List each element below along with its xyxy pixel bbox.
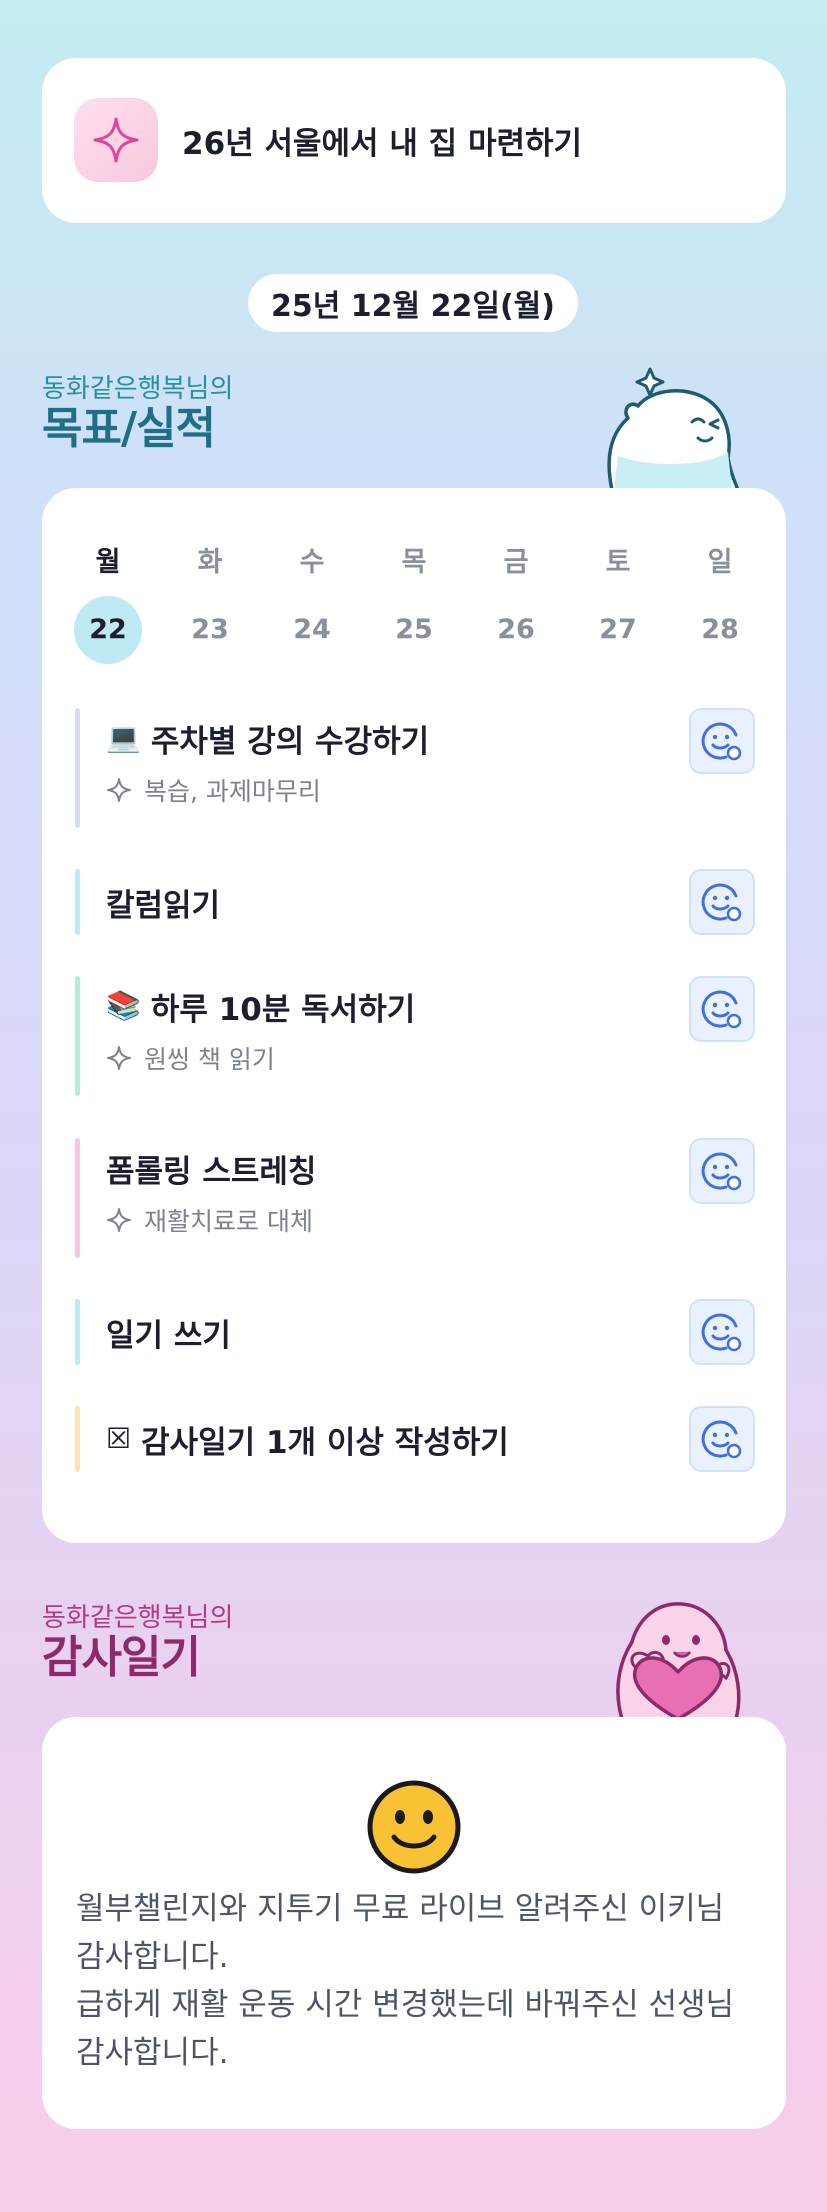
task-subtitle: 재활치료로 대체	[144, 1207, 313, 1236]
task-color-bar	[75, 1138, 80, 1258]
sparkle-outline-icon	[107, 1046, 131, 1070]
task-color-bar	[75, 1406, 80, 1472]
books-icon: 📚	[106, 989, 141, 1022]
task-title: 일기 쓰기	[106, 1317, 231, 1354]
current-date: 25년 12월 22일(월)	[248, 274, 578, 332]
task-item[interactable]: 💻 주차별 강의 수강하기 복습, 과제마무리	[75, 708, 755, 828]
task-check-button[interactable]	[689, 976, 755, 1042]
task-item[interactable]: ☒ 감사일기 1개 이상 작성하기	[75, 1406, 755, 1472]
weekday-wed: 수	[299, 547, 325, 578]
task-title: 폼롤링 스트레칭	[106, 1153, 317, 1190]
task-check-button[interactable]	[689, 708, 755, 774]
thanks-line: 급하게 재활 운동 시간 변경했는데 바꿔주신 선생님 감사합니다.	[76, 1987, 735, 2071]
weekday-mon: 월	[95, 547, 121, 578]
ballot-box-icon: ☒	[106, 1422, 132, 1455]
smile-add-icon	[701, 722, 742, 761]
task-subtitle-row: 원씽 책 읽기	[106, 1040, 275, 1076]
task-check-button[interactable]	[689, 869, 755, 935]
task-subtitle-row: 재활치료로 대체	[106, 1202, 313, 1238]
task-title-row: 칼럼읽기	[106, 872, 220, 932]
task-check-button[interactable]	[689, 1138, 755, 1204]
task-item[interactable]: 일기 쓰기	[75, 1299, 755, 1365]
task-color-bar	[75, 708, 80, 828]
weekday-fri: 금	[503, 547, 529, 578]
goal-title: 26년 서울에서 내 집 마련하기	[182, 126, 583, 162]
smile-add-icon	[701, 883, 742, 922]
weekday-sat: 토	[605, 547, 631, 578]
smile-add-icon	[701, 1313, 742, 1352]
smile-add-icon	[701, 1420, 742, 1459]
weekday-tue: 화	[197, 547, 223, 578]
task-item[interactable]: 폼롤링 스트레칭 재활치료로 대체	[75, 1138, 755, 1258]
task-title-row: 📚 하루 10분 독서하기	[106, 976, 415, 1036]
goals-section-subtitle: 동화같은행복님의	[42, 374, 234, 404]
thanks-section-header: 동화같은행복님의 감사일기	[42, 1603, 233, 1683]
date-27[interactable]: 27	[584, 596, 652, 664]
date-23[interactable]: 23	[176, 596, 244, 664]
task-subtitle: 복습, 과제마무리	[144, 777, 321, 806]
date-22[interactable]: 22	[74, 596, 142, 664]
task-color-bar	[75, 976, 80, 1096]
smiley-icon	[367, 1780, 461, 1874]
sparkle-outline-icon	[107, 778, 131, 802]
task-subtitle-row: 복습, 과제마무리	[106, 772, 321, 808]
task-title-row: 💻 주차별 강의 수강하기	[106, 708, 429, 768]
date-28[interactable]: 28	[686, 596, 754, 664]
task-title: 감사일기 1개 이상 작성하기	[141, 1424, 509, 1461]
thanks-entry-text: 월부챌린지와 지투기 무료 라이브 알려주신 이키님 감사합니다. 급하게 재활…	[76, 1885, 756, 2077]
date-24[interactable]: 24	[278, 596, 346, 664]
thanks-line: 월부챌린지와 지투기 무료 라이브 알려주신 이키님 감사합니다.	[76, 1891, 725, 1975]
task-check-button[interactable]	[689, 1299, 755, 1365]
task-title: 하루 10분 독서하기	[150, 991, 416, 1028]
task-title-row: ☒ 감사일기 1개 이상 작성하기	[106, 1409, 509, 1469]
task-title: 칼럼읽기	[106, 887, 221, 924]
goal-card[interactable]: 26년 서울에서 내 집 마련하기	[42, 58, 786, 223]
date-26[interactable]: 26	[482, 596, 550, 664]
task-item[interactable]: 📚 하루 10분 독서하기 원씽 책 읽기	[75, 976, 755, 1096]
date-25[interactable]: 25	[380, 596, 448, 664]
task-subtitle: 원씽 책 읽기	[144, 1045, 275, 1074]
task-item[interactable]: 칼럼읽기	[75, 869, 755, 935]
sparkle-icon	[74, 98, 158, 182]
thanks-section-title: 감사일기	[42, 1632, 201, 1683]
weekday-sun: 일	[707, 547, 733, 578]
laptop-icon: 💻	[106, 721, 141, 754]
thanks-card[interactable]: 월부챌린지와 지투기 무료 라이브 알려주신 이키님 감사합니다. 급하게 재활…	[42, 1717, 786, 2129]
thanks-section-subtitle: 동화같은행복님의	[42, 1603, 234, 1633]
sparkle-outline-icon	[107, 1208, 131, 1232]
task-color-bar	[75, 869, 80, 935]
task-title-row: 폼롤링 스트레칭	[106, 1138, 316, 1198]
task-title: 주차별 강의 수강하기	[150, 723, 430, 760]
smile-add-icon	[701, 1152, 742, 1191]
weekday-thu: 목	[401, 547, 427, 578]
task-color-bar	[75, 1299, 80, 1365]
ghost-mascot-icon	[607, 367, 740, 490]
task-check-button[interactable]	[689, 1406, 755, 1472]
heart-mascot-icon	[616, 1602, 741, 1719]
goals-section-header: 동화같은행복님의 목표/실적	[42, 374, 233, 454]
task-title-row: 일기 쓰기	[106, 1302, 231, 1362]
smile-add-icon	[701, 990, 742, 1029]
goals-section-title: 목표/실적	[42, 403, 216, 454]
